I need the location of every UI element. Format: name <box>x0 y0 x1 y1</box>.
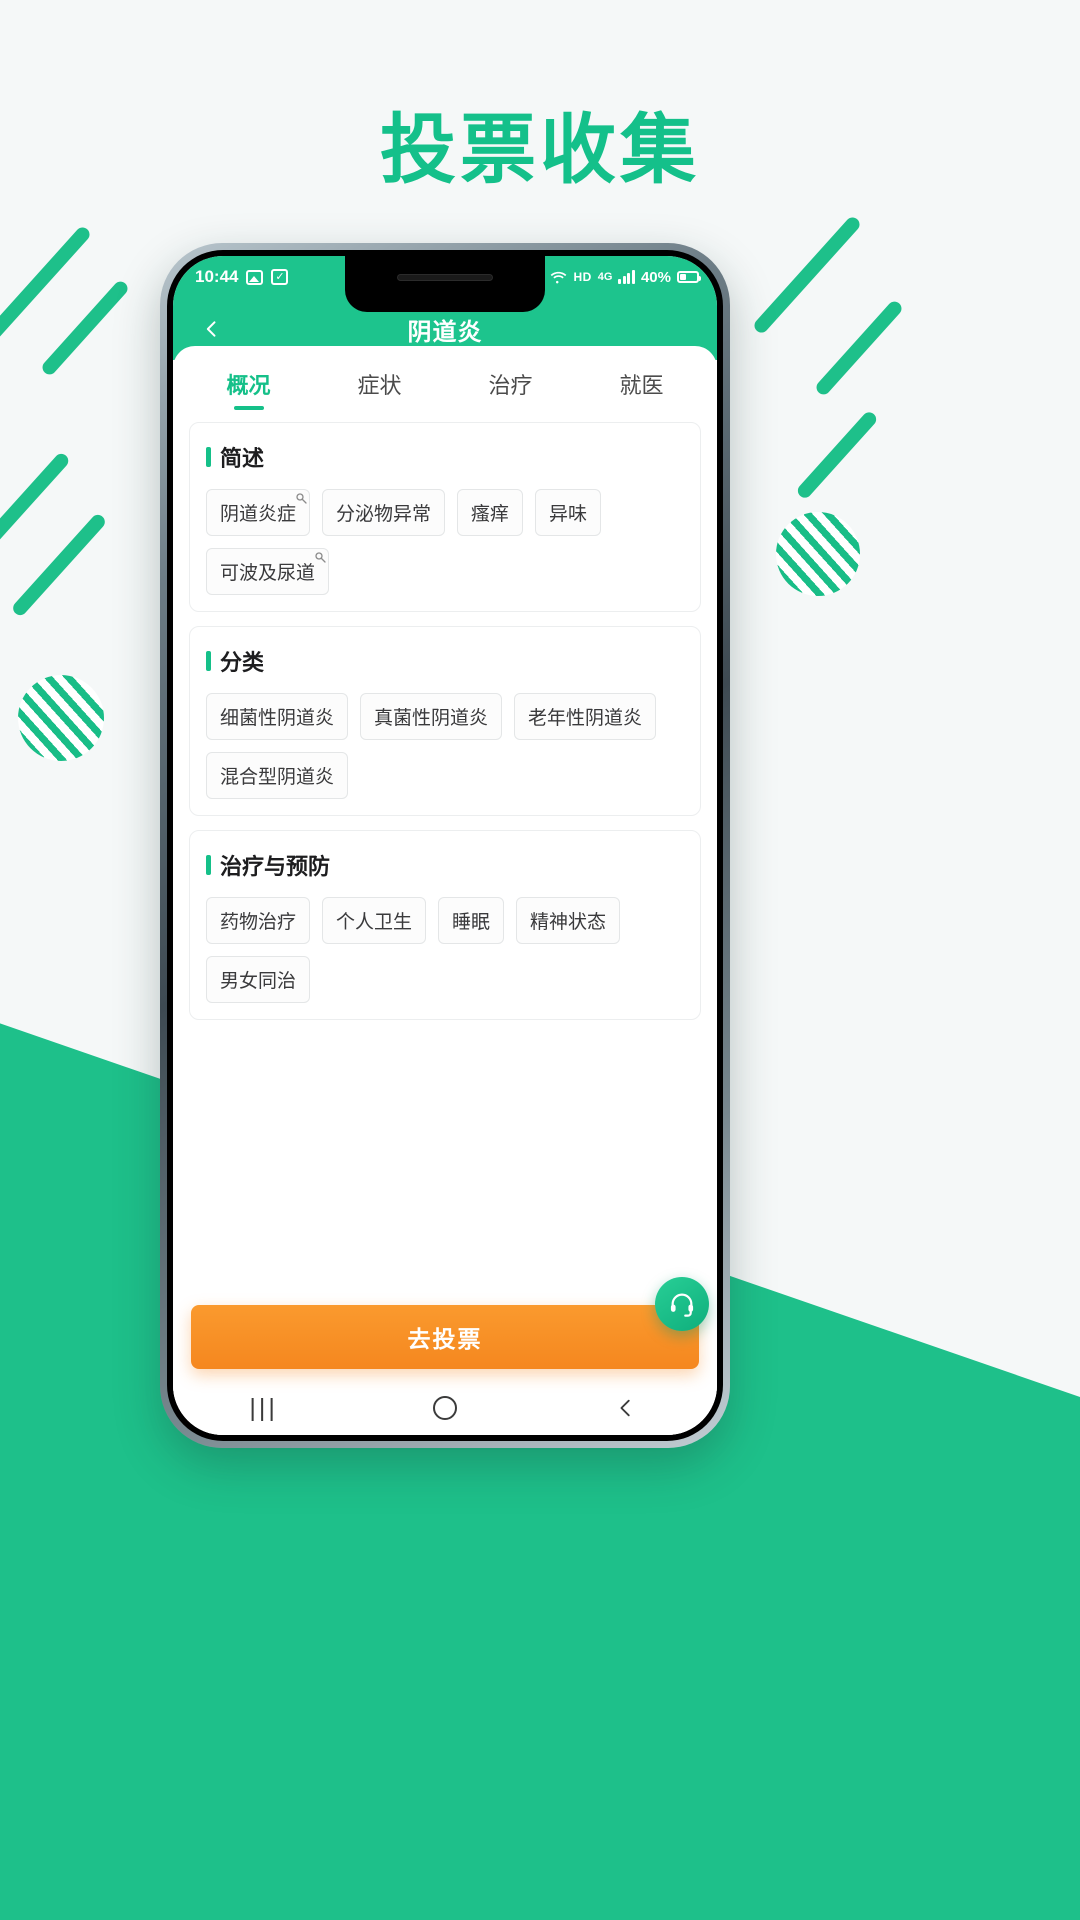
hd-label: HD <box>573 270 592 284</box>
recent-apps-button[interactable]: ||| <box>224 1388 304 1428</box>
decor-stripe-right-3 <box>794 409 880 501</box>
chip-item[interactable]: 细菌性阴道炎 <box>206 693 349 740</box>
chip-item[interactable]: 可波及尿道 <box>206 548 330 595</box>
chip-item[interactable]: 混合型阴道炎 <box>206 752 349 799</box>
chip-group: 药物治疗 个人卫生 睡眠 精神状态 男女同治 <box>206 897 684 1003</box>
tab-treatment[interactable]: 治疗 <box>445 368 576 414</box>
decor-stripe-left-4 <box>10 512 108 618</box>
chip-item[interactable]: 分泌物异常 <box>322 489 446 536</box>
home-circle-icon <box>432 1396 457 1420</box>
chip-item[interactable]: 男女同治 <box>206 956 311 1003</box>
chip-label: 老年性阴道炎 <box>528 708 643 729</box>
chip-item[interactable]: 阴道炎症 <box>206 489 311 536</box>
header-title: 阴道炎 <box>407 318 483 346</box>
network-label: 4G <box>597 271 613 283</box>
back-chevron-icon <box>620 1399 630 1417</box>
card-title-text: 简述 <box>220 446 265 471</box>
chip-label: 药物治疗 <box>220 912 297 933</box>
chip-label: 混合型阴道炎 <box>220 767 335 788</box>
chip-item[interactable]: 老年性阴道炎 <box>514 693 657 740</box>
decor-circle-left <box>18 675 104 761</box>
chip-label: 精神状态 <box>530 912 607 933</box>
earpiece-speaker <box>397 274 493 281</box>
tab-symptoms[interactable]: 症状 <box>314 368 445 414</box>
cards-scroll-area[interactable]: 简述 阴道炎症 分泌物异常 瘙痒 异味 可波及尿道 分类 细菌性阴道炎 真菌性阴… <box>173 414 717 1305</box>
decor-stripe-right-1 <box>751 214 863 336</box>
card-classification: 分类 细菌性阴道炎 真菌性阴道炎 老年性阴道炎 混合型阴道炎 <box>189 626 701 816</box>
card-header: 简述 <box>206 441 684 473</box>
chip-label: 阴道炎症 <box>220 504 297 525</box>
chip-group: 阴道炎症 分泌物异常 瘙痒 异味 可波及尿道 <box>206 489 684 595</box>
customer-service-icon[interactable] <box>655 1277 709 1331</box>
chip-label: 男女同治 <box>220 971 297 992</box>
accent-bar-icon <box>206 447 211 467</box>
card-header: 分类 <box>206 645 684 677</box>
phone-mockup: 10:44 ✓ HD 4G 40% 阴道炎 概况 症状 治疗 就医 简述 阴道炎… <box>160 243 730 1448</box>
decor-stripe-right-2 <box>813 298 905 398</box>
vote-button[interactable]: 去投票 <box>191 1305 699 1369</box>
decor-stripe-left-2 <box>39 278 131 378</box>
chip-label: 细菌性阴道炎 <box>220 708 335 729</box>
android-navigation-bar: ||| <box>173 1381 717 1435</box>
battery-icon <box>677 271 701 283</box>
back-button[interactable] <box>586 1388 666 1428</box>
battery-percent-label: 40% <box>640 268 671 286</box>
tab-bar: 概况 症状 治疗 就医 <box>173 346 717 414</box>
chip-item[interactable]: 真菌性阴道炎 <box>360 693 503 740</box>
chip-label: 瘙痒 <box>471 504 510 525</box>
status-time: 10:44 <box>195 267 239 286</box>
phone-screen: 10:44 ✓ HD 4G 40% 阴道炎 概况 症状 治疗 就医 简述 阴道炎… <box>173 256 717 1435</box>
tab-visit[interactable]: 就医 <box>576 368 707 414</box>
status-bar-left: 10:44 ✓ <box>195 267 289 287</box>
phone-bezel: 10:44 ✓ HD 4G 40% 阴道炎 概况 症状 治疗 就医 简述 阴道炎… <box>167 250 723 1441</box>
cta-area: 去投票 <box>173 1277 717 1381</box>
chip-label: 真菌性阴道炎 <box>374 708 489 729</box>
content-sheet: 概况 症状 治疗 就医 简述 阴道炎症 分泌物异常 瘙痒 异味 可波及尿道 分类… <box>173 346 717 1435</box>
card-header: 治疗与预防 <box>206 849 684 881</box>
chip-label: 分泌物异常 <box>336 504 432 525</box>
image-icon <box>246 269 264 285</box>
chip-label: 可波及尿道 <box>220 563 316 584</box>
accent-bar-icon <box>206 855 211 875</box>
home-button[interactable] <box>405 1388 485 1428</box>
card-title-text: 治疗与预防 <box>220 854 331 879</box>
accent-bar-icon <box>206 651 211 671</box>
chip-item[interactable]: 睡眠 <box>438 897 505 944</box>
card-summary: 简述 阴道炎症 分泌物异常 瘙痒 异味 可波及尿道 <box>189 422 701 612</box>
chip-group: 细菌性阴道炎 真菌性阴道炎 老年性阴道炎 混合型阴道炎 <box>206 693 684 799</box>
wifi-icon <box>550 269 567 286</box>
page-title: 投票收集 <box>380 108 700 193</box>
tab-overview[interactable]: 概况 <box>183 368 314 414</box>
chip-label: 异味 <box>549 504 588 525</box>
chip-item[interactable]: 精神状态 <box>516 897 621 944</box>
search-icon <box>314 551 326 563</box>
chip-label: 睡眠 <box>452 912 491 933</box>
card-title-text: 分类 <box>220 650 265 675</box>
chip-label: 个人卫生 <box>336 912 413 933</box>
chip-item[interactable]: 个人卫生 <box>322 897 427 944</box>
phone-notch <box>345 256 545 312</box>
status-bar-right: HD 4G 40% <box>550 268 701 286</box>
chip-item[interactable]: 瘙痒 <box>457 489 524 536</box>
chip-item[interactable]: 异味 <box>535 489 602 536</box>
back-arrow-icon[interactable] <box>195 312 229 346</box>
decor-circle-right <box>776 512 860 596</box>
card-treatment-prevention: 治疗与预防 药物治疗 个人卫生 睡眠 精神状态 男女同治 <box>189 830 701 1020</box>
check-box-icon: ✓ <box>271 269 289 285</box>
signal-bars-icon <box>618 270 635 284</box>
chip-item[interactable]: 药物治疗 <box>206 897 311 944</box>
search-icon <box>295 492 307 504</box>
